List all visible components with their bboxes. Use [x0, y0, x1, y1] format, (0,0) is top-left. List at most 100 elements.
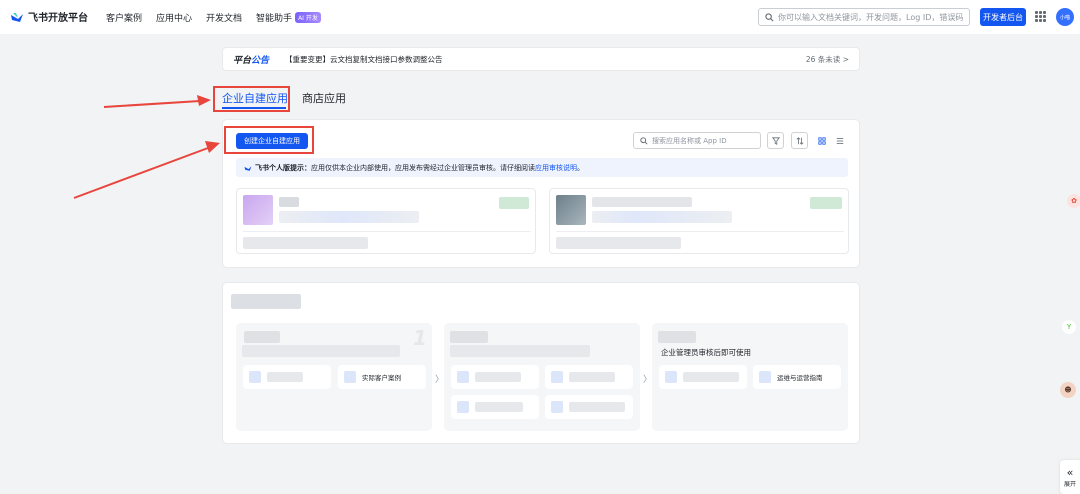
link-text-blurred — [475, 402, 523, 412]
tip-title: 飞书个人版提示： — [255, 163, 311, 172]
double-chevron-left-icon: « — [1066, 466, 1074, 479]
announcement-bar: 平台公告 【重要变更】云文档复制文档接口参数调整公告 26 条未读 > — [222, 47, 860, 71]
app-card[interactable] — [549, 188, 849, 254]
highlight-box-create — [224, 126, 314, 154]
step-link[interactable] — [545, 365, 633, 389]
app-meta-blurred — [243, 237, 368, 249]
link-text-blurred — [267, 372, 303, 382]
list-view-icon — [836, 137, 843, 144]
avatar[interactable]: 小喵 — [1056, 8, 1074, 26]
feishu-logo-icon — [244, 165, 252, 171]
customer-cases-label: 实际客户案例 — [362, 374, 401, 382]
guide-step-2 — [444, 323, 640, 431]
step-link[interactable] — [451, 365, 539, 389]
chevron-right-icon: > — [842, 54, 849, 64]
app-name-blurred — [279, 197, 299, 207]
guide-title-blurred — [231, 294, 301, 309]
arrow-to-create — [73, 141, 220, 199]
nav-item-cases[interactable]: 客户案例 — [106, 11, 142, 24]
ops-guide-label: 运维与运营指南 — [777, 374, 823, 382]
personal-edition-tip: 飞书个人版提示： 应用仅供本企业内部使用，应用发布需经过企业管理员审核。请仔细阅… — [236, 158, 848, 177]
doc-search-placeholder: 你可以输入文档关键词，开发问题，Log ID，错误码 — [778, 12, 964, 22]
app-desc-blurred — [279, 211, 419, 223]
app-card[interactable] — [236, 188, 536, 254]
link-text-blurred — [475, 372, 521, 382]
nav-item-docs[interactable]: 开发文档 — [206, 11, 242, 24]
doc-icon — [665, 371, 677, 383]
arrow-to-tab — [103, 95, 211, 108]
tip-text: 应用仅供本企业内部使用，应用发布需经过企业管理员审核。请仔细阅读 — [311, 163, 535, 172]
app-status-blurred — [810, 197, 842, 209]
logo-text: 飞书开放平台 — [28, 13, 88, 24]
link-text-blurred — [569, 372, 615, 382]
app-list-card: 创建企业自建应用 搜索应用名称或 App ID 飞书个人版提示： 应用仅供本企业… — [222, 119, 860, 268]
step-link[interactable] — [243, 365, 331, 389]
link-text-blurred — [569, 402, 625, 412]
step-link[interactable] — [451, 395, 539, 419]
list-view-toggle[interactable] — [833, 132, 846, 149]
top-navigation-bar: 飞书开放平台 客户案例 应用中心 开发文档 智能助手 AI 开发 你可以输入文档… — [0, 0, 1080, 34]
doc-icon — [249, 371, 261, 383]
getting-started-card: 1 实际客户案例 〉 〉 企业管理员审核后即可使用 运维与运营指南 — [222, 282, 860, 444]
doc-icon — [457, 371, 469, 383]
doc-search-input[interactable]: 你可以输入文档关键词，开发问题，Log ID，错误码 — [758, 8, 970, 26]
link-text-blurred — [683, 372, 739, 382]
feishu-logo-icon — [11, 12, 23, 22]
step-title-blurred — [658, 331, 696, 343]
step-link[interactable] — [659, 365, 747, 389]
app-icon — [243, 195, 273, 225]
grid-view-toggle[interactable] — [815, 132, 828, 149]
app-status-blurred — [499, 197, 529, 209]
assistant-icon[interactable]: Y — [1062, 320, 1076, 334]
feedback-icon[interactable]: ✿ — [1067, 194, 1080, 208]
nav-item-assistant[interactable]: 智能助手 AI 开发 — [256, 11, 321, 24]
step-3-desc: 企业管理员审核后即可使用 — [661, 348, 751, 357]
search-icon — [640, 136, 648, 145]
filter-button[interactable] — [767, 132, 784, 149]
ops-guide-link[interactable]: 运维与运营指南 — [753, 365, 841, 389]
sort-button[interactable] — [791, 132, 808, 149]
grid-view-icon — [817, 136, 826, 145]
step-desc-blurred — [450, 345, 590, 357]
case-icon — [344, 371, 356, 383]
filter-icon — [771, 136, 780, 145]
apps-grid-icon[interactable] — [1035, 11, 1046, 22]
app-search-input[interactable]: 搜索应用名称或 App ID — [633, 132, 761, 149]
developer-console-button[interactable]: 开发者后台 — [980, 8, 1026, 26]
logo[interactable]: 飞书开放平台 — [10, 9, 88, 24]
expand-panel-button[interactable]: « 展开 — [1060, 460, 1080, 494]
app-meta-blurred — [556, 237, 681, 249]
app-icon — [556, 195, 586, 225]
app-name-blurred — [592, 197, 692, 207]
tip-end: 。 — [577, 163, 584, 172]
doc-icon — [551, 401, 563, 413]
chevron-right-icon: 〉 — [435, 375, 445, 385]
nav-item-app-center[interactable]: 应用中心 — [156, 11, 192, 24]
step-desc-blurred — [242, 345, 400, 357]
guide-step-1: 1 实际客户案例 — [236, 323, 432, 431]
review-guide-link[interactable]: 应用审核说明 — [535, 163, 577, 173]
main-nav: 客户案例 应用中心 开发文档 智能助手 AI 开发 — [106, 11, 321, 24]
chevron-right-icon: 〉 — [643, 375, 653, 385]
unread-count-link[interactable]: 26 条未读 > — [806, 54, 849, 65]
support-avatar-icon[interactable]: ☻ — [1060, 382, 1076, 398]
step-number: 1 — [413, 326, 427, 350]
step-title-blurred — [244, 331, 280, 343]
app-desc-blurred — [592, 211, 732, 223]
customer-cases-link[interactable]: 实际客户案例 — [338, 365, 426, 389]
step-link[interactable] — [545, 395, 633, 419]
doc-icon — [457, 401, 469, 413]
expand-label: 展开 — [1063, 481, 1076, 488]
card-divider — [556, 231, 844, 232]
ai-badge: AI 开发 — [295, 12, 321, 23]
search-icon — [765, 12, 774, 21]
card-divider — [243, 231, 531, 232]
announcement-text[interactable]: 【重要变更】云文档复制文档接口参数调整公告 — [285, 54, 443, 65]
nav-item-assistant-label: 智能助手 — [256, 14, 293, 24]
app-search-placeholder: 搜索应用名称或 App ID — [652, 136, 727, 145]
highlight-box-tab — [213, 86, 290, 112]
tab-store-apps[interactable]: 商店应用 — [302, 90, 346, 106]
sort-icon — [796, 136, 803, 145]
guide-step-3: 企业管理员审核后即可使用 运维与运营指南 — [652, 323, 848, 431]
announcement-title: 平台公告 — [233, 55, 270, 66]
